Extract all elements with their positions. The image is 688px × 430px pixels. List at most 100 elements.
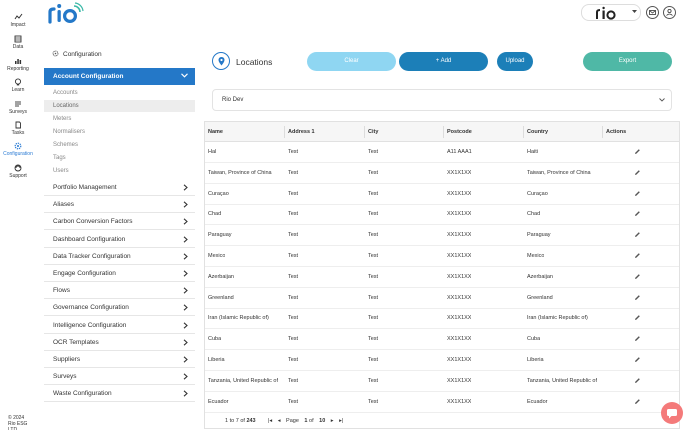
cell-city: Test xyxy=(368,398,379,405)
config-section-portfolio-management[interactable]: Portfolio Management xyxy=(44,179,195,196)
table-row[interactable]: Cuba Test Test XX1X1XX Cuba xyxy=(205,329,679,351)
menu-item-schemes[interactable]: Schemes xyxy=(44,139,195,151)
chevron-right-icon xyxy=(183,201,188,208)
rail-item-tasks[interactable]: Tasks xyxy=(0,121,36,136)
edit-icon[interactable] xyxy=(634,148,641,155)
rail-item-configuration[interactable]: Configuration xyxy=(0,142,36,157)
column-divider[interactable] xyxy=(523,126,524,138)
config-section-ocr-templates[interactable]: OCR Templates xyxy=(44,334,195,351)
cell-name: Mexico xyxy=(208,253,226,259)
cell-address: Test xyxy=(288,211,299,218)
column-divider[interactable] xyxy=(284,126,285,138)
table-row[interactable]: Iran (Islamic Republic of) Test Test XX1X1X… xyxy=(205,308,679,330)
organisation-select[interactable] xyxy=(581,4,641,21)
config-section-surveys[interactable]: Surveys xyxy=(44,368,195,386)
rail-item-data[interactable]: Data xyxy=(0,35,36,50)
column-header-city[interactable]: City xyxy=(368,129,378,135)
menu-item-normalisers[interactable]: Normalisers xyxy=(44,126,195,138)
edit-icon[interactable] xyxy=(634,335,641,342)
account-configuration-header[interactable]: Account Configuration xyxy=(44,68,195,85)
edit-icon[interactable] xyxy=(634,231,641,238)
table-row[interactable]: Chad Test Test XX1X1XX Chad xyxy=(205,204,679,226)
column-divider[interactable] xyxy=(364,126,365,138)
site-select[interactable]: Rio Dev xyxy=(212,89,672,111)
edit-icon[interactable] xyxy=(634,398,641,405)
column-header-postcode[interactable]: Postcode xyxy=(447,129,472,135)
config-section-engage-configuration[interactable]: Engage Configuration xyxy=(44,265,195,282)
table-row[interactable]: Hal Test Test A11 AAA1 Haiti xyxy=(205,142,679,163)
edit-icon[interactable] xyxy=(634,252,641,259)
column-header-name[interactable]: Name xyxy=(208,129,223,135)
cell-country: Liberia xyxy=(527,357,544,363)
config-section-intelligence-configuration[interactable]: Intelligence Configuration xyxy=(44,317,195,334)
edit-icon[interactable] xyxy=(634,210,641,217)
rail-item-surveys[interactable]: Surveys xyxy=(0,100,36,115)
edit-icon[interactable] xyxy=(634,169,641,176)
last-page-icon[interactable]: ▸| xyxy=(339,418,343,424)
config-section-data-tracker-configuration[interactable]: Data Tracker Configuration xyxy=(44,248,195,265)
chevron-down-icon xyxy=(659,98,665,102)
rail-item-reporting[interactable]: Reporting xyxy=(0,57,36,72)
table-row[interactable]: Curaçao Test Test XX1X1XX Curaçao xyxy=(205,184,679,205)
config-section-waste-configuration[interactable]: Waste Configuration xyxy=(44,385,195,403)
table-row[interactable]: Ecuador Test Test XX1X1XX Ecuador xyxy=(205,392,679,413)
chevron-right-icon xyxy=(183,184,188,191)
cell-country: Mexico xyxy=(527,253,545,259)
table-row[interactable]: Tanzania, United Republic of Test Test XX1X… xyxy=(205,371,679,392)
edit-icon[interactable] xyxy=(634,190,641,197)
table-footer: 1 to 7 of 243 |◂ ◂ Page 1 of 10 ▸ ▸| xyxy=(205,415,679,429)
chat-support-button[interactable] xyxy=(661,402,683,424)
config-section-suppliers[interactable]: Suppliers xyxy=(44,351,195,368)
rail-label: Tasks xyxy=(11,130,25,136)
upload-button[interactable]: Upload xyxy=(497,52,533,71)
config-section-aliases[interactable]: Aliases xyxy=(44,196,195,214)
rail-item-impact[interactable]: Impact xyxy=(0,13,36,28)
chat-icon xyxy=(667,409,677,419)
config-section-flows[interactable]: Flows xyxy=(44,282,195,300)
table-row[interactable]: Azerbaijan Test Test XX1X1XX Azerbaijan xyxy=(205,267,679,288)
config-section-governance-configuration[interactable]: Governance Configuration xyxy=(44,299,195,317)
rio-logo[interactable] xyxy=(48,2,84,24)
export-button[interactable]: Export xyxy=(583,52,672,71)
cell-address: Test xyxy=(288,294,299,301)
user-profile-icon[interactable] xyxy=(663,6,676,19)
table-row[interactable]: Mexico Test Test XX1X1XX Mexico xyxy=(205,246,679,267)
table-row[interactable]: Liberia Test Test XX1X1XX Liberia xyxy=(205,350,679,371)
menu-item-locations[interactable]: Locations xyxy=(44,100,195,112)
first-page-icon[interactable]: |◂ xyxy=(268,418,272,424)
add-location-button[interactable]: + Add xyxy=(399,52,488,71)
column-header-country[interactable]: Country xyxy=(527,129,548,135)
cell-postcode: XX1X1XX xyxy=(447,357,472,363)
edit-icon[interactable] xyxy=(634,294,641,301)
table-row[interactable]: Greenland Test Test XX1X1XX Greenland xyxy=(205,288,679,309)
cell-postcode: XX1X1XX xyxy=(447,169,472,176)
column-header-address[interactable]: Address 1 xyxy=(288,129,315,135)
table-row[interactable]: Taiwan, Province of China Test Test XX1X1XX… xyxy=(205,163,679,184)
next-page-icon[interactable]: ▸ xyxy=(331,418,334,424)
rail-label: Configuration xyxy=(3,151,33,157)
edit-icon[interactable] xyxy=(634,377,641,384)
rail-item-support[interactable]: Support xyxy=(0,164,36,179)
messages-icon[interactable] xyxy=(646,6,659,19)
edit-icon[interactable] xyxy=(634,273,641,280)
menu-item-accounts[interactable]: Accounts xyxy=(44,87,195,99)
edit-icon[interactable] xyxy=(634,356,641,363)
menu-item-tags[interactable]: Tags xyxy=(44,152,195,164)
cell-address: Test xyxy=(288,377,299,384)
menu-item-users[interactable]: Users xyxy=(44,165,195,177)
config-section-dashboard-configuration[interactable]: Dashboard Configuration xyxy=(44,231,195,248)
rail-item-learn[interactable]: Learn xyxy=(0,78,36,93)
chevron-right-icon xyxy=(183,390,188,397)
edit-icon[interactable] xyxy=(634,314,641,321)
cell-address: Test xyxy=(288,253,299,259)
menu-item-meters[interactable]: Meters xyxy=(44,113,195,125)
column-divider[interactable] xyxy=(602,126,603,138)
clear-button[interactable]: Clear xyxy=(307,52,396,71)
chevron-right-icon xyxy=(183,287,188,294)
table-row[interactable]: Paraguay Test Test XX1X1XX Paraguay xyxy=(205,225,679,247)
config-section-carbon-conversion-factors[interactable]: Carbon Conversion Factors xyxy=(44,213,195,231)
impact-icon xyxy=(14,13,22,20)
column-divider[interactable] xyxy=(443,126,444,138)
previous-page-icon[interactable]: ◂ xyxy=(278,418,281,424)
cell-city: Test xyxy=(368,232,379,239)
